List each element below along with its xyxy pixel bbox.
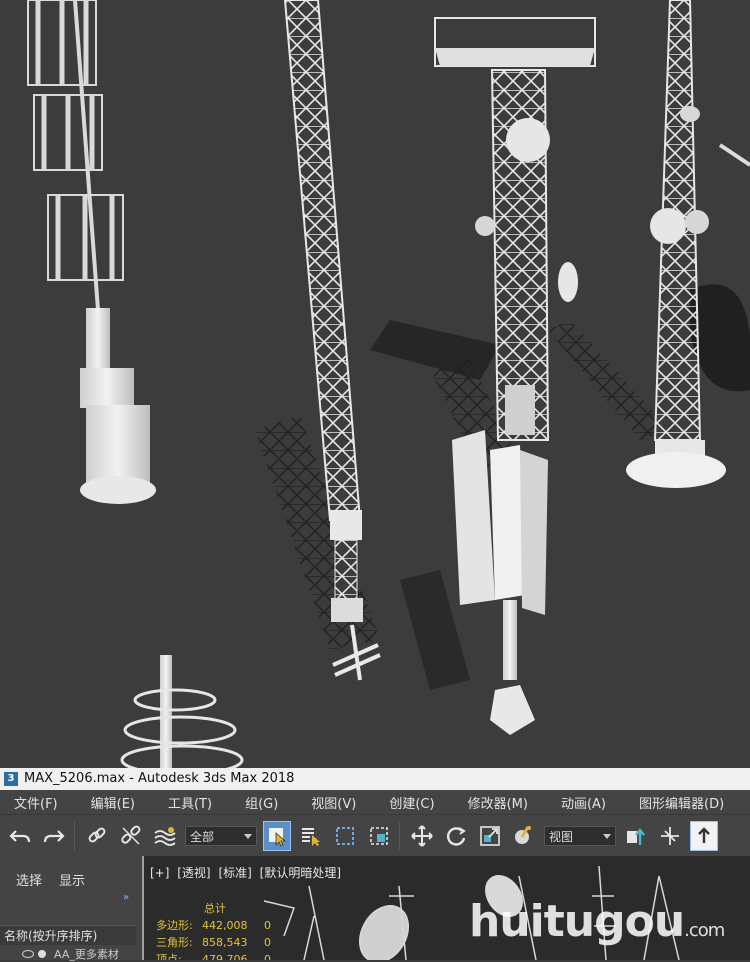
menu-graph-editors[interactable]: 图形编辑器(D) xyxy=(625,793,724,812)
viewport-label-menu: [+] [透视] [标准] [默认明暗处理] xyxy=(150,864,345,881)
select-and-place-icon[interactable] xyxy=(510,821,538,851)
stats-row: 三角形: 858,543 0 xyxy=(156,934,271,951)
viewport-general-menu[interactable]: [+] xyxy=(150,866,169,880)
object-dot-icon xyxy=(38,950,46,958)
explorer-tab-select[interactable]: 选择 xyxy=(16,870,42,889)
eye-icon[interactable] xyxy=(22,950,34,958)
scene-explorer-menu: 选择 显示 xyxy=(16,870,85,889)
select-and-link-icon[interactable] xyxy=(83,821,111,851)
unlink-selection-icon[interactable] xyxy=(117,821,145,851)
expand-more-icon[interactable]: » xyxy=(123,892,129,903)
toolbar-divider xyxy=(74,822,75,850)
stats-value: 442,008 xyxy=(202,919,248,932)
menu-file[interactable]: 文件(F) xyxy=(0,793,58,812)
watermark-brand: huitugou xyxy=(469,896,685,947)
toolbar-divider xyxy=(399,822,400,850)
redo-icon[interactable] xyxy=(40,821,68,851)
window-title-bar: 3 MAX_5206.max - Autodesk 3ds Max 2018 xyxy=(0,768,750,790)
menu-views[interactable]: 视图(V) xyxy=(297,793,356,812)
stats-extra: 0 xyxy=(264,919,271,932)
watermark-logo: huitugou.com xyxy=(469,896,725,947)
render-preview xyxy=(0,0,750,768)
scene-explorer-panel: 选择 显示 » 名称(按升序排序) AA_更多素材 xyxy=(0,856,142,961)
tower-render-image xyxy=(0,0,750,768)
stats-label: 三角形: xyxy=(156,936,193,949)
rotate-icon[interactable] xyxy=(442,821,470,851)
menu-tools[interactable]: 工具(T) xyxy=(154,793,212,812)
viewport-point-of-view-menu[interactable]: [透视] xyxy=(177,866,210,880)
viewport-shading-menu[interactable]: [默认明暗处理] xyxy=(260,866,341,880)
stats-extra: 0 xyxy=(264,936,271,949)
select-by-name-icon[interactable] xyxy=(297,821,325,851)
menu-animation[interactable]: 动画(A) xyxy=(547,793,606,812)
selection-filter-dropdown[interactable]: 全部 xyxy=(185,826,257,846)
menu-edit[interactable]: 编辑(E) xyxy=(77,793,135,812)
stats-header: 总计 xyxy=(204,902,226,915)
scale-icon[interactable] xyxy=(476,821,504,851)
viewport-statistics: 总计 多边形: 442,008 0 三角形: 858,543 0 顶点: 479… xyxy=(156,900,271,960)
bind-to-space-warp-icon[interactable] xyxy=(151,821,179,851)
stats-row: 多边形: 442,008 0 xyxy=(156,917,271,934)
stats-value: 479,706 xyxy=(202,953,248,960)
chevron-down-icon xyxy=(244,834,252,839)
use-pivot-point-center-icon[interactable] xyxy=(622,821,650,851)
perspective-viewport[interactable]: [+] [透视] [标准] [默认明暗处理] 总计 多边形: 442,008 0… xyxy=(142,856,750,960)
window-crossing-icon[interactable] xyxy=(365,821,393,851)
undo-icon[interactable] xyxy=(6,821,34,851)
selection-filter-value: 全部 xyxy=(190,830,215,844)
stats-label: 多边形: xyxy=(156,919,193,932)
stats-value: 858,543 xyxy=(202,936,248,949)
coordinate-system-value: 视图 xyxy=(549,830,574,844)
stats-extra: 0 xyxy=(264,953,271,960)
select-object-icon[interactable] xyxy=(263,821,291,851)
main-toolbar: 全部 视图 xyxy=(0,814,750,857)
stats-row: 顶点: 479,706 0 xyxy=(156,951,271,960)
menu-modifiers[interactable]: 修改器(M) xyxy=(454,793,528,812)
viewport-standard-menu[interactable]: [标准] xyxy=(218,866,251,880)
name-column-header[interactable]: 名称(按升序排序) xyxy=(0,925,136,945)
watermark-suffix: .com xyxy=(684,920,725,941)
rectangular-selection-region-icon[interactable] xyxy=(331,821,359,851)
move-icon[interactable] xyxy=(408,821,436,851)
explorer-tab-display[interactable]: 显示 xyxy=(59,870,85,889)
stats-label: 顶点: xyxy=(156,953,182,960)
keyboard-shortcut-override-icon[interactable] xyxy=(690,821,718,851)
window-title: MAX_5206.max - Autodesk 3ds Max 2018 xyxy=(24,771,295,786)
3dsmax-app-icon[interactable]: 3 xyxy=(4,772,18,786)
select-manipulate-icon[interactable] xyxy=(656,821,684,851)
menu-group[interactable]: 组(G) xyxy=(231,793,278,812)
menu-create[interactable]: 创建(C) xyxy=(375,793,434,812)
menu-bar: 文件(F) 编辑(E) 工具(T) 组(G) 视图(V) 创建(C) 修改器(M… xyxy=(0,790,750,814)
chevron-down-icon xyxy=(603,834,611,839)
reference-coordinate-system-dropdown[interactable]: 视图 xyxy=(544,826,616,846)
